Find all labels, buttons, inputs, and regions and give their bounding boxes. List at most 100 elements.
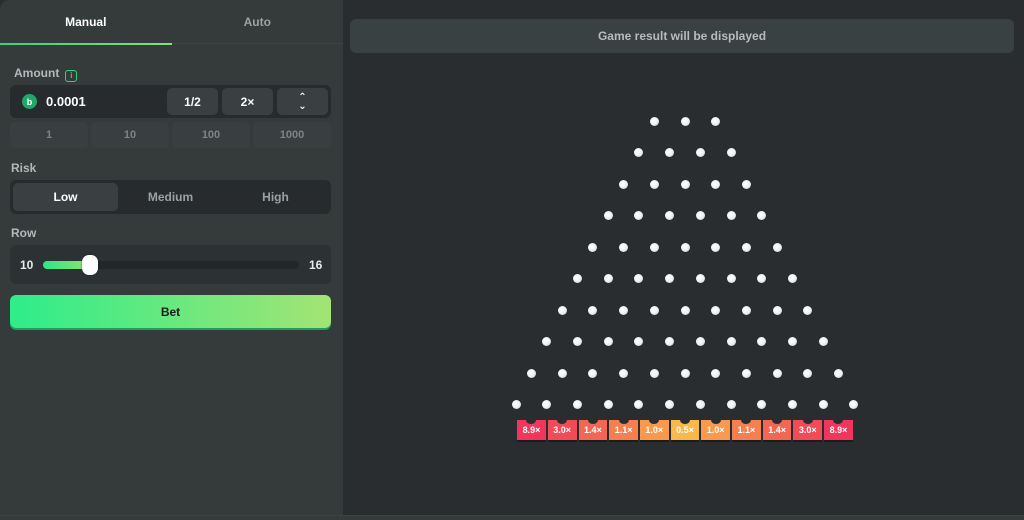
row-min-label: 10	[20, 258, 34, 272]
multiplier-value: 3.0×	[553, 424, 572, 435]
peg	[680, 368, 690, 378]
row-slider[interactable]	[43, 255, 299, 275]
peg	[787, 274, 797, 283]
peg	[772, 305, 782, 315]
peg	[757, 337, 767, 346]
plinko-board: 8.9× 3.0× 1.4× 1.1× 1.0× 0.5× 1.0× 1.1× 1.4× 3.0×…	[343, 0, 1024, 515]
amount-label-text: Amount	[14, 66, 60, 80]
peg	[695, 400, 705, 409]
peg	[787, 337, 797, 346]
peg	[834, 368, 843, 378]
game-area: Game result will be displayed 8.9× 3.0× 1.…	[343, 0, 1024, 515]
amount-field[interactable]: b 0.0001 1/2 2× ⌃ ⌄	[10, 85, 331, 118]
peg	[527, 368, 536, 378]
peg	[741, 242, 751, 252]
peg	[695, 148, 705, 157]
peg	[649, 368, 659, 378]
peg	[588, 368, 598, 378]
multiplier-slot: 8.9×	[517, 415, 546, 440]
multiplier-value: 1.0×	[645, 424, 664, 435]
peg	[680, 116, 690, 126]
peg	[757, 400, 767, 409]
half-button[interactable]: 1/2	[167, 88, 218, 115]
risk-option-medium[interactable]: Medium	[118, 183, 223, 211]
preset-1[interactable]: 1	[10, 122, 88, 148]
peg	[726, 211, 736, 220]
peg	[573, 337, 583, 346]
row-slider-container: 10 16	[10, 245, 331, 284]
multiplier-value: 8.9×	[522, 424, 541, 435]
peg	[603, 274, 613, 283]
peg	[757, 274, 767, 283]
preset-100[interactable]: 100	[172, 122, 250, 148]
double-button[interactable]: 2×	[222, 88, 273, 115]
tab-auto[interactable]: Auto	[172, 0, 344, 44]
peg	[573, 274, 583, 283]
risk-selector: Low Medium High	[10, 180, 331, 214]
multiplier-slot: 0.5×	[670, 415, 700, 440]
row-max-label: 16	[309, 258, 323, 272]
multiplier-slot: 1.4×	[578, 415, 608, 440]
peg	[665, 337, 675, 346]
amount-presets: 1 10 100 1000	[10, 122, 331, 148]
plinko-app: Manual Auto Amount i b 0.0001 1/2 2× ⌃ ⌄ …	[0, 0, 1024, 520]
peg	[818, 337, 828, 346]
bet-button[interactable]: Bet	[10, 295, 331, 328]
peg	[542, 337, 552, 346]
bottom-bar	[0, 515, 1024, 520]
multiplier-value: 8.9×	[829, 424, 848, 435]
peg	[695, 337, 705, 346]
multiplier-slot: 3.0×	[793, 415, 823, 440]
peg	[588, 305, 598, 315]
peg	[619, 242, 629, 252]
multiplier-value: 1.1×	[614, 424, 633, 435]
peg	[726, 274, 736, 283]
peg	[711, 305, 721, 315]
mode-tabs: Manual Auto	[0, 0, 344, 45]
peg	[726, 400, 736, 409]
peg	[711, 179, 721, 189]
multiplier-slot: 1.4×	[762, 415, 792, 440]
peg	[665, 148, 675, 157]
multiplier-slot: 1.0×	[701, 415, 731, 440]
peg	[511, 400, 521, 409]
peg	[680, 242, 690, 252]
peg	[603, 337, 613, 346]
multiplier-value: 1.4×	[768, 424, 786, 435]
preset-1000[interactable]: 1000	[253, 122, 331, 148]
multiplier-value: 1.1×	[737, 424, 756, 435]
peg	[634, 400, 644, 409]
peg	[680, 179, 690, 189]
peg	[680, 305, 690, 315]
peg	[803, 305, 813, 315]
peg	[542, 400, 552, 409]
peg	[711, 368, 721, 378]
chevron-down-icon[interactable]: ⌄	[298, 101, 306, 111]
peg	[649, 305, 659, 315]
peg	[634, 337, 644, 346]
peg	[649, 242, 659, 252]
info-icon[interactable]: i	[65, 69, 78, 82]
amount-label: Amount i	[14, 66, 78, 82]
amount-stepper[interactable]: ⌃ ⌄	[277, 88, 328, 115]
multiplier-slot: 1.1×	[609, 415, 638, 440]
peg	[726, 148, 736, 157]
multiplier-value: 3.0×	[798, 424, 817, 435]
preset-10[interactable]: 10	[91, 122, 169, 148]
peg	[603, 211, 613, 220]
risk-option-high[interactable]: High	[223, 183, 328, 211]
peg	[695, 274, 705, 283]
amount-input[interactable]: 0.0001	[46, 94, 86, 109]
peg	[573, 400, 583, 409]
peg	[803, 368, 813, 378]
peg	[741, 305, 751, 315]
multiplier-slot: 8.9×	[824, 415, 853, 440]
peg	[665, 211, 675, 220]
tab-manual[interactable]: Manual	[0, 0, 172, 45]
peg	[634, 211, 644, 220]
risk-option-low[interactable]: Low	[13, 183, 118, 211]
row-slider-thumb[interactable]	[82, 255, 98, 275]
multiplier-value: 1.4×	[584, 424, 602, 435]
peg	[649, 116, 659, 126]
multiplier-slot: 1.0×	[639, 415, 669, 440]
